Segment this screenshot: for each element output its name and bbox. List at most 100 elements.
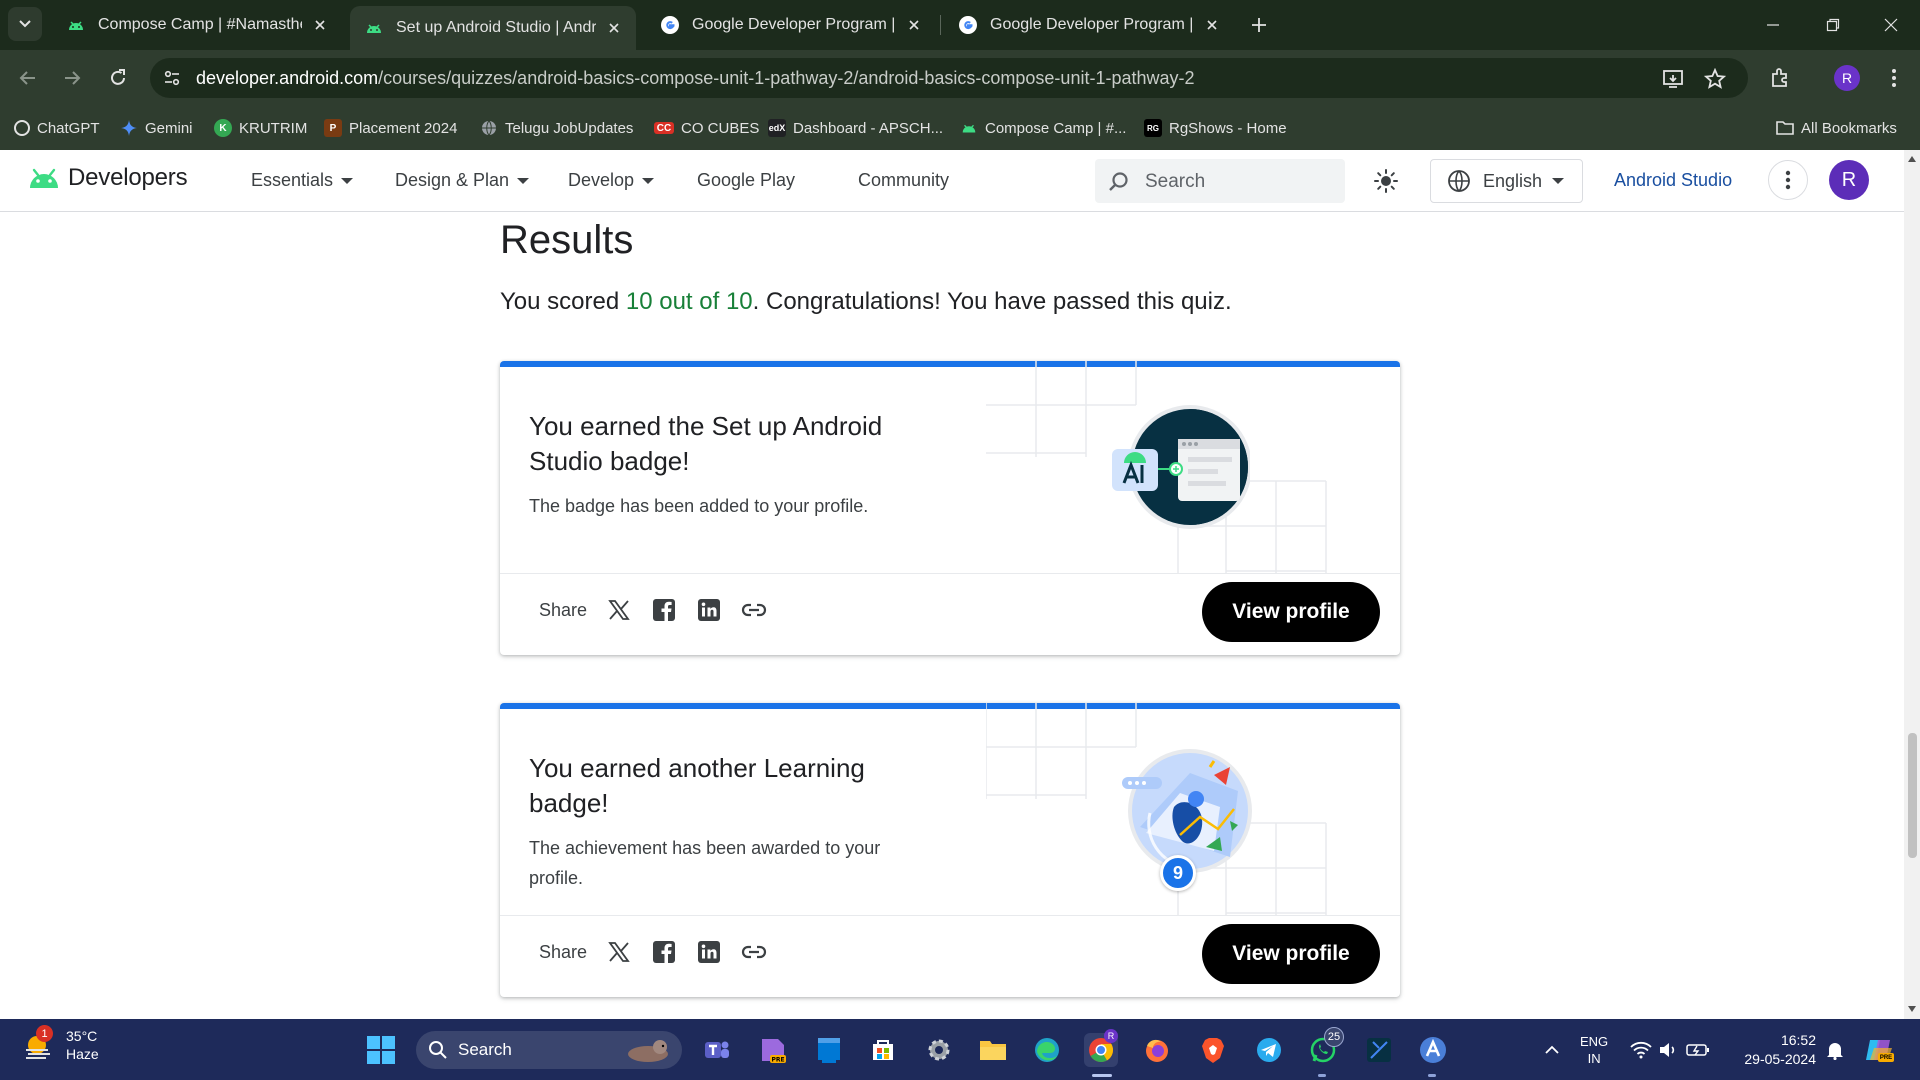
chrome-browser-icon[interactable]: R	[1084, 1029, 1118, 1067]
back-button[interactable]	[12, 62, 44, 94]
nav-design-plan[interactable]: Design & Plan	[395, 170, 530, 191]
bookmark-label: KRUTRIM	[239, 119, 308, 137]
close-icon[interactable]	[310, 15, 330, 35]
powershell-preview-icon[interactable]: PRE	[756, 1033, 790, 1067]
bookmark-co-cubes[interactable]: CC CO CUBES	[654, 116, 759, 140]
tab-compose-camp[interactable]: Compose Camp | #NamastheAndroid	[52, 6, 342, 44]
linkedin-icon[interactable]	[695, 938, 723, 966]
view-profile-button[interactable]: View profile	[1202, 924, 1380, 984]
install-app-icon[interactable]	[1660, 66, 1686, 92]
restore-button[interactable]	[1820, 12, 1846, 38]
bookmark-compose-camp[interactable]: Compose Camp | #...	[960, 116, 1126, 140]
firefox-icon[interactable]	[1140, 1033, 1174, 1067]
share-row: Share	[539, 937, 785, 967]
address-bar[interactable]: developer.android.com/courses/quizzes/an…	[150, 58, 1748, 98]
facebook-icon[interactable]	[650, 938, 678, 966]
taskbar-search[interactable]: Search	[416, 1031, 682, 1069]
nav-develop[interactable]: Develop	[568, 170, 655, 191]
close-icon[interactable]	[604, 18, 624, 38]
bookmark-star-icon[interactable]	[1702, 66, 1728, 92]
android-studio-app-icon[interactable]	[1362, 1033, 1396, 1067]
notifications-bell-icon[interactable]	[1818, 1033, 1852, 1067]
minimize-button[interactable]	[1760, 12, 1786, 38]
android-studio-badge-image	[1112, 405, 1250, 529]
site-info-icon[interactable]	[158, 64, 186, 92]
bookmark-label: ChatGPT	[37, 119, 100, 137]
url-text: developer.android.com/courses/quizzes/an…	[196, 68, 1195, 89]
scroll-up-arrow-icon[interactable]	[1908, 156, 1916, 162]
bookmark-label: Telugu JobUpdates	[505, 119, 634, 137]
google-icon	[661, 16, 679, 34]
user-avatar[interactable]: R	[1829, 160, 1869, 200]
close-icon[interactable]	[1202, 15, 1222, 35]
nav-essentials[interactable]: Essentials	[251, 170, 354, 191]
nav-community[interactable]: Community	[858, 170, 949, 191]
linkedin-icon[interactable]	[695, 596, 723, 624]
tab-google-developer-program-2[interactable]: Google Developer Program | Google	[944, 6, 1234, 44]
scrollbar-thumb[interactable]	[1908, 733, 1917, 858]
taskbar-clock[interactable]: 16:52 29-05-2024	[1738, 1031, 1816, 1069]
teams-icon[interactable]	[700, 1033, 734, 1067]
tab-set-up-android-studio[interactable]: Set up Android Studio | Android Develope…	[350, 6, 636, 50]
nav-google-play[interactable]: Google Play	[697, 170, 795, 191]
badge-description: The achievement has been awarded to your…	[529, 838, 881, 888]
bookmark-telugu-jobupdates[interactable]: Telugu JobUpdates	[480, 116, 633, 140]
more-options-button[interactable]	[1768, 160, 1808, 200]
system-tray-status[interactable]	[1630, 1033, 1710, 1067]
android-icon	[960, 119, 978, 137]
windows-terminal-icon[interactable]	[812, 1033, 846, 1067]
bookmark-gemini[interactable]: Gemini	[120, 116, 193, 140]
clock-date: 29-05-2024	[1744, 1051, 1816, 1067]
co-cubes-icon: CC	[654, 122, 674, 134]
bookmark-rgshows[interactable]: RG RgShows - Home	[1144, 116, 1287, 140]
reload-button[interactable]	[102, 62, 134, 94]
forward-button[interactable]	[56, 62, 88, 94]
running-indicator	[1428, 1074, 1436, 1077]
android-studio-link[interactable]: Android Studio	[1614, 170, 1732, 191]
brave-browser-icon[interactable]	[1196, 1033, 1230, 1067]
battery-charging-icon	[1686, 1044, 1709, 1056]
app-installer-icon[interactable]	[1416, 1033, 1450, 1067]
tab-google-developer-program[interactable]: Google Developer Program | Google	[646, 6, 936, 44]
telegram-icon[interactable]	[1252, 1033, 1286, 1067]
theme-toggle-button[interactable]	[1371, 166, 1401, 196]
new-tab-button[interactable]	[1246, 12, 1272, 38]
link-icon[interactable]	[740, 938, 768, 966]
edge-browser-icon[interactable]	[1030, 1033, 1064, 1067]
bookmark-dashboard-apsch[interactable]: edX Dashboard - APSCH...	[768, 116, 943, 140]
copilot-icon[interactable]: PRE	[1862, 1033, 1896, 1067]
bookmark-chatgpt[interactable]: ChatGPT	[14, 116, 100, 140]
show-hidden-icons-chevron-icon[interactable]	[1535, 1033, 1569, 1067]
browser-profile-avatar[interactable]: R	[1834, 65, 1860, 91]
view-profile-button[interactable]: View profile	[1202, 582, 1380, 642]
scroll-down-arrow-icon[interactable]	[1908, 1006, 1916, 1012]
file-explorer-icon[interactable]	[976, 1033, 1010, 1067]
language-selector[interactable]: English	[1430, 159, 1583, 203]
android-logo-icon	[30, 168, 58, 188]
link-icon[interactable]	[740, 596, 768, 624]
developers-logo[interactable]: Developers	[28, 164, 188, 192]
extensions-icon[interactable]	[1766, 64, 1794, 92]
bookmarks-bar: ChatGPT Gemini K KRUTRIM P Placement 2024 …	[0, 106, 1920, 150]
close-icon[interactable]	[904, 15, 924, 35]
settings-gear-icon[interactable]	[922, 1033, 956, 1067]
globe-icon	[1448, 170, 1470, 193]
all-bookmarks-button[interactable]: All Bookmarks	[1776, 116, 1897, 140]
bookmark-krutrim[interactable]: K KRUTRIM	[214, 116, 307, 140]
weather-description: Haze	[66, 1046, 99, 1062]
microsoft-store-icon[interactable]	[866, 1033, 900, 1067]
weather-widget[interactable]: 1 35°C Haze	[22, 1025, 99, 1063]
bookmark-placement-2024[interactable]: P Placement 2024	[324, 116, 457, 140]
close-window-button[interactable]	[1878, 12, 1904, 38]
input-language-indicator[interactable]: ENG IN	[1580, 1033, 1608, 1067]
start-button[interactable]	[366, 1035, 396, 1065]
x-twitter-icon[interactable]	[605, 596, 633, 624]
facebook-icon[interactable]	[650, 596, 678, 624]
x-twitter-icon[interactable]	[605, 938, 633, 966]
badge-heading: You earned another Learning badge!	[529, 753, 865, 818]
browser-menu-icon[interactable]	[1880, 64, 1908, 92]
site-search-input[interactable]: Search	[1095, 159, 1345, 203]
page-scrollbar[interactable]	[1904, 150, 1920, 1019]
windows-logo-icon	[367, 1036, 395, 1064]
tab-search-button[interactable]	[8, 7, 42, 41]
